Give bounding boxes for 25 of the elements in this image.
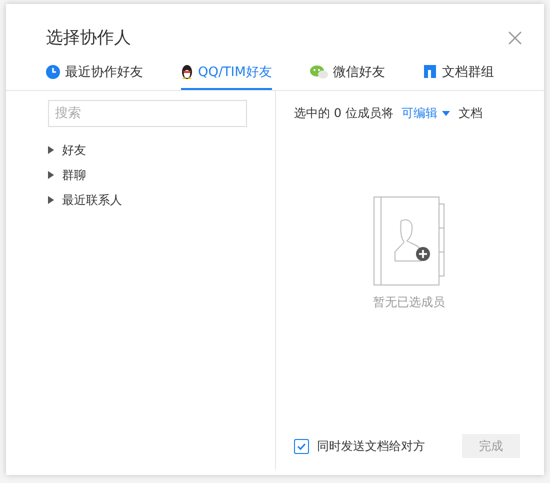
tree-item[interactable]: 好友 — [48, 141, 275, 159]
selection-text: 选中的 0 位成员将 — [294, 105, 394, 122]
dialog-title: 选择协作人 — [46, 27, 131, 49]
chat-bubbles-icon — [310, 64, 328, 78]
caret-icon — [48, 171, 54, 179]
search-field[interactable]: 搜索 — [48, 100, 247, 127]
penguin-icon — [181, 64, 193, 80]
document-label: 文档 — [458, 105, 482, 122]
tab[interactable]: 微信好友 — [310, 61, 385, 90]
clock-icon — [46, 64, 60, 78]
empty-message: 暂无已选成员 — [373, 294, 445, 311]
tab[interactable]: 文档群组 — [422, 61, 494, 90]
tree-item[interactable]: 群聊 — [48, 166, 275, 184]
contact-book-icon — [373, 196, 445, 286]
caret-icon — [48, 196, 54, 204]
checkbox[interactable] — [294, 438, 309, 454]
caret-icon — [442, 111, 450, 116]
permission-dropdown[interactable]: 可编辑 — [401, 105, 450, 122]
tab[interactable]: 最近协作好友 — [46, 61, 143, 90]
document-icon — [422, 64, 437, 79]
tab[interactable]: QQ/TIM好友 — [181, 61, 272, 90]
caret-icon — [48, 146, 54, 154]
tree-item[interactable]: 最近联系人 — [48, 191, 275, 209]
close-icon[interactable] — [508, 30, 522, 44]
checkbox-label: 同时发送文档给对方 — [317, 438, 425, 454]
